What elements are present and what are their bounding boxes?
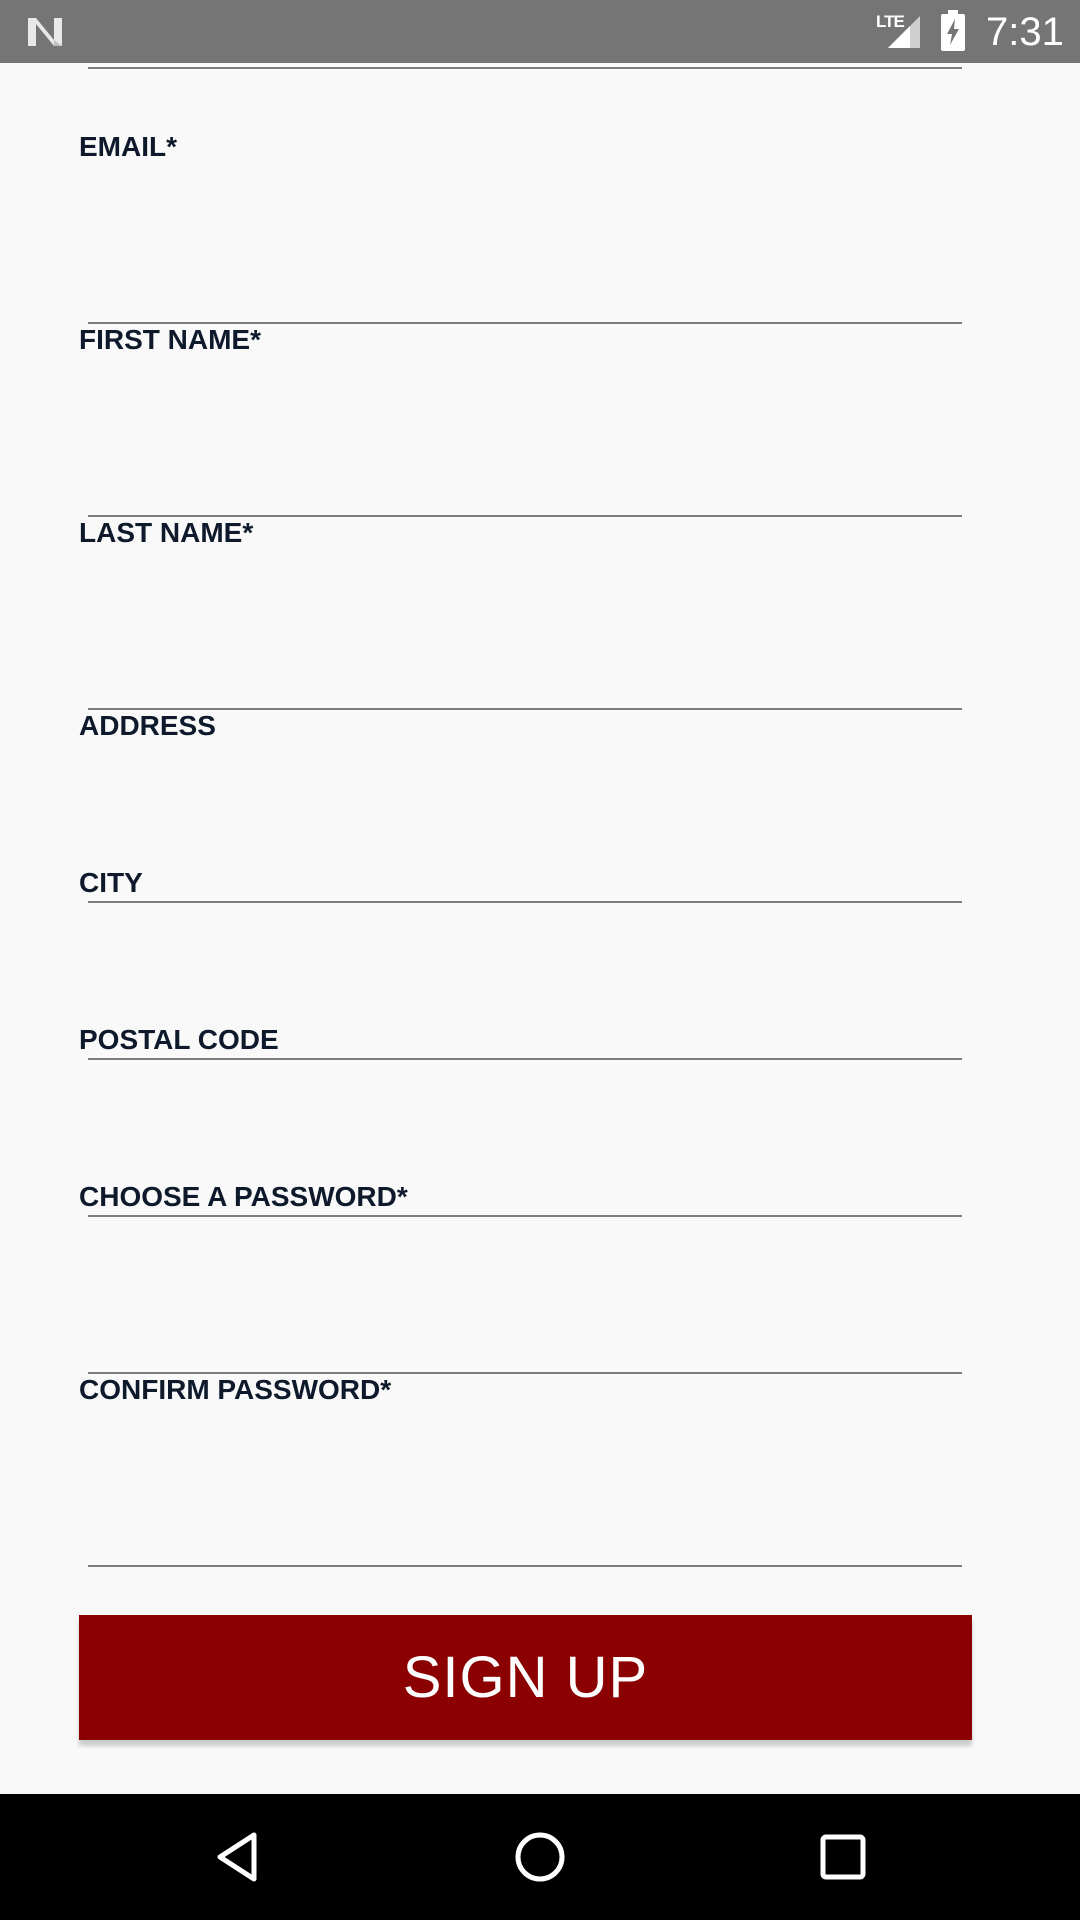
email-label: EMAIL*: [79, 131, 177, 162]
city-underline: [88, 1058, 962, 1060]
last-name-underline: [88, 708, 962, 710]
last-name-input[interactable]: [88, 646, 962, 706]
postal-code-label: POSTAL CODE: [79, 1024, 279, 1055]
address-underline: [88, 901, 962, 903]
clock: 7:31: [986, 10, 1064, 54]
postal-code-underline: [88, 1215, 962, 1217]
android-n-logo-icon: [28, 18, 62, 46]
home-icon[interactable]: [510, 1827, 570, 1887]
email-input[interactable]: [88, 260, 962, 320]
city-input[interactable]: [88, 958, 962, 1018]
back-icon[interactable]: [208, 1827, 268, 1887]
first-name-input[interactable]: [88, 453, 962, 513]
first-name-label: FIRST NAME*: [79, 324, 261, 355]
previous-field-underline: [88, 67, 962, 69]
last-name-label: LAST NAME*: [79, 517, 254, 548]
signal-icon: [888, 16, 920, 48]
sign-up-button[interactable]: SIGN UP: [79, 1615, 972, 1740]
recents-icon[interactable]: [813, 1827, 873, 1887]
choose-password-label: CHOOSE A PASSWORD*: [79, 1181, 408, 1212]
confirm-password-input[interactable]: [88, 1503, 962, 1563]
navigation-bar: [0, 1794, 1080, 1920]
postal-code-input[interactable]: [88, 1115, 962, 1175]
city-label: CITY: [79, 867, 143, 898]
status-bar: LTE 7:31: [0, 0, 1080, 63]
confirm-password-label: CONFIRM PASSWORD*: [79, 1374, 392, 1405]
battery-charging-icon: [941, 10, 965, 51]
address-label: ADDRESS: [79, 710, 216, 741]
address-input[interactable]: [88, 839, 962, 899]
choose-password-input[interactable]: [88, 1272, 962, 1332]
signup-form: EMAIL* FIRST NAME* LAST NAME* ADDRESS CI…: [0, 63, 1080, 1794]
confirm-password-underline: [88, 1565, 962, 1567]
